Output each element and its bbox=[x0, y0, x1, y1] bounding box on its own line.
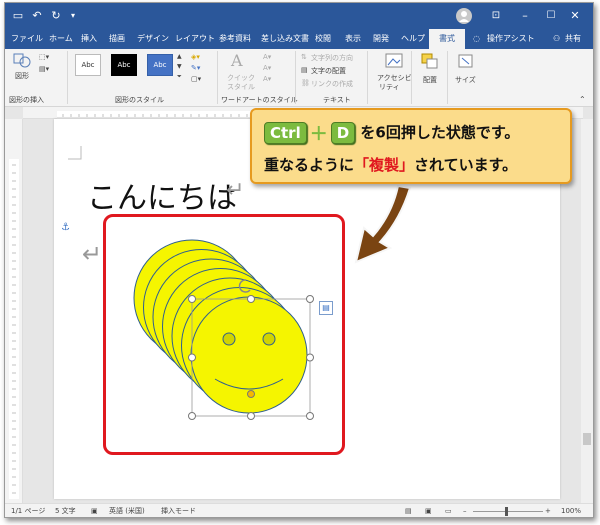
ctrl-key: Ctrl bbox=[264, 121, 307, 144]
callout-text-1: を6回押した状態です。 bbox=[360, 123, 520, 142]
callout-line-1: Ctrl ＋ D を6回押した状態です。 bbox=[264, 120, 519, 146]
plus-sign: ＋ bbox=[309, 124, 328, 145]
callout-highlight: 「複製」 bbox=[354, 156, 415, 174]
callout-line-2: 重なるように「複製」されています。 bbox=[264, 154, 517, 175]
callout-text-2a: 重なるように bbox=[264, 156, 355, 174]
d-key: D bbox=[330, 121, 356, 144]
pointer-arrow-icon bbox=[354, 184, 412, 264]
instruction-callout: Ctrl ＋ D を6回押した状態です。 重なるように「複製」されています。 bbox=[250, 108, 572, 184]
callout-text-2b: されています。 bbox=[414, 156, 518, 174]
